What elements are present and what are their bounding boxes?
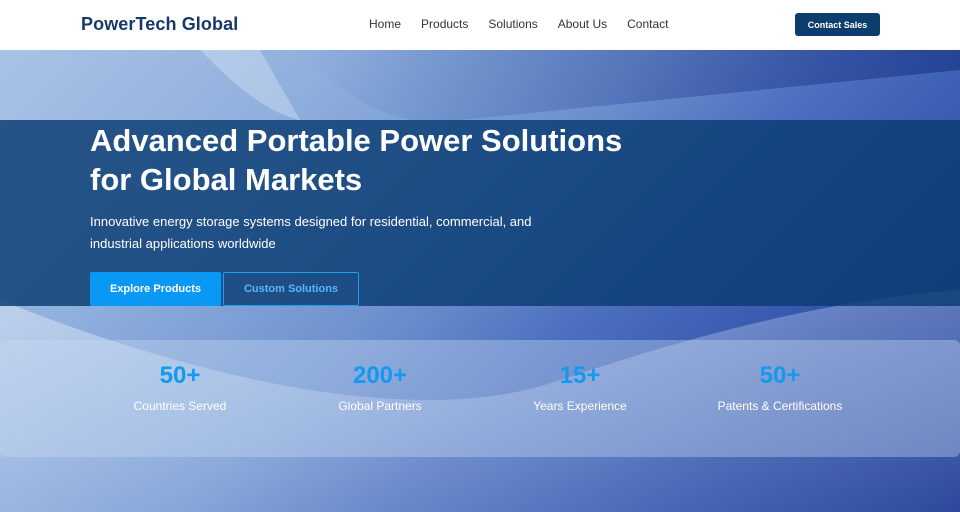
stat-value: 200+: [352, 362, 408, 389]
nav-link-home[interactable]: Home: [369, 17, 401, 31]
stat-countries-served: 50+ Countries Served: [80, 362, 280, 413]
hero-title: Advanced Portable Power Solutions for Gl…: [90, 123, 623, 197]
stat-label: Global Partners: [338, 399, 422, 413]
stat-label: Countries Served: [133, 399, 227, 413]
nav-link-about-us[interactable]: About Us: [558, 17, 607, 31]
nav-link-solutions[interactable]: Solutions: [488, 17, 537, 31]
stat-patents-certifications: 50+ Patents & Certifications: [680, 362, 880, 413]
contact-sales-button[interactable]: Contact Sales: [795, 13, 880, 36]
top-navigation-bar: PowerTech Global Home Products Solutions…: [0, 0, 960, 50]
stat-value: 15+: [559, 362, 601, 389]
explore-products-button[interactable]: Explore Products: [90, 272, 221, 306]
stat-label: Years Experience: [533, 399, 627, 413]
stats-panel: 50+ Countries Served 200+ Global Partner…: [0, 340, 960, 457]
brand-logo-text[interactable]: PowerTech Global: [81, 14, 238, 35]
stat-years-experience: 15+ Years Experience: [480, 362, 680, 413]
nav-link-contact[interactable]: Contact: [627, 17, 668, 31]
nav-links: Home Products Solutions About Us Contact: [369, 17, 668, 31]
stat-value: 50+: [159, 362, 201, 389]
nav-link-products[interactable]: Products: [421, 17, 468, 31]
hero-subtitle: Innovative energy storage systems design…: [90, 214, 532, 251]
stat-global-partners: 200+ Global Partners: [280, 362, 480, 413]
stat-value: 50+: [759, 362, 801, 389]
custom-solutions-button[interactable]: Custom Solutions: [223, 272, 359, 306]
stat-label: Patents & Certifications: [717, 399, 843, 413]
